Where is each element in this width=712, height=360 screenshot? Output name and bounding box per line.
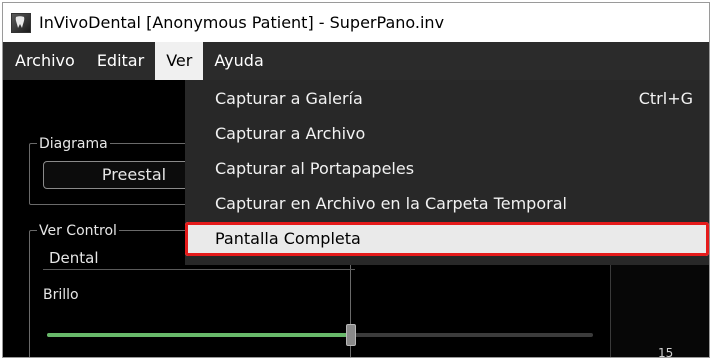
app-logo-icon <box>11 12 31 33</box>
menu-item-capture-temp-folder[interactable]: Capturar en Archivo en la Carpeta Tempor… <box>185 187 709 221</box>
menu-item-label: Capturar en Archivo en la Carpeta Tempor… <box>215 194 567 213</box>
menu-item-label: Pantalla Completa <box>215 229 361 248</box>
menu-item-capture-gallery[interactable]: Capturar a Galería Ctrl+G <box>185 82 709 116</box>
brightness-slider-track[interactable] <box>47 333 593 337</box>
brightness-slider-fill <box>47 333 350 337</box>
ver-dropdown-menu: Capturar a Galería Ctrl+G Capturar a Arc… <box>185 80 709 265</box>
menu-item-label: Capturar a Archivo <box>215 124 366 143</box>
menu-item-label: Capturar a Galería <box>215 89 363 108</box>
menu-ver[interactable]: Ver <box>155 42 204 80</box>
title-bar: InVivoDental [Anonymous Patient] - Super… <box>3 3 709 42</box>
menu-item-shortcut: Ctrl+G <box>638 89 693 108</box>
menu-archivo[interactable]: Archivo <box>3 42 86 80</box>
diagram-group-label: Diagrama <box>37 136 110 152</box>
menu-item-capture-clipboard[interactable]: Capturar al Portapapeles <box>185 152 709 186</box>
app-window: InVivoDental [Anonymous Patient] - Super… <box>3 3 709 357</box>
menu-item-full-screen[interactable]: Pantalla Completa <box>185 222 709 256</box>
window-title: InVivoDental [Anonymous Patient] - Super… <box>39 13 445 32</box>
menu-bar: Archivo Editar Ver Ayuda <box>3 42 709 80</box>
view-control-group-label: Ver Control <box>37 223 119 239</box>
brightness-label: Brillo <box>43 287 79 303</box>
menu-ayuda[interactable]: Ayuda <box>203 42 274 80</box>
menu-item-capture-file[interactable]: Capturar a Archivo <box>185 117 709 151</box>
brightness-slider-thumb[interactable] <box>346 324 356 346</box>
ruler-label: 15 <box>658 346 674 357</box>
menu-item-label: Capturar al Portapapeles <box>215 159 415 178</box>
menu-editar[interactable]: Editar <box>86 42 155 80</box>
